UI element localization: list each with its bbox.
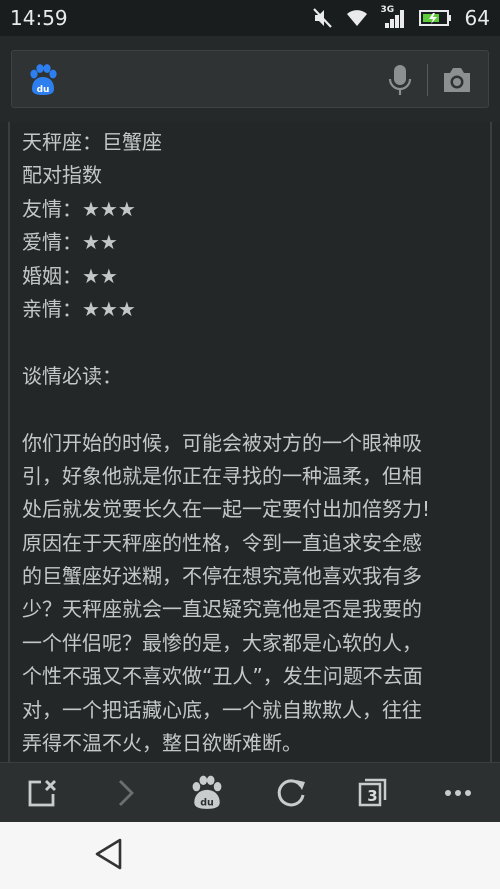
baidu-paw-text: du <box>200 798 214 809</box>
wifi-icon <box>346 10 367 26</box>
mute-icon <box>312 8 332 28</box>
system-navigation-bar <box>0 822 500 889</box>
tab-count: 3 <box>367 786 378 805</box>
rating-friendship: 友情：★★★ <box>22 196 136 221</box>
article-content: 天秤座：巨蟹座 配对指数 友情：★★★ 爱情：★★ 婚姻：★★ 亲情：★★★ 谈… <box>0 122 500 762</box>
paragraph-line: 引，好象他就是你正在寻找的一种温柔，但相 <box>22 463 422 488</box>
article-line: 配对指数 <box>22 163 102 188</box>
article-line: 天秤座：巨蟹座 <box>22 130 162 154</box>
baidu-logo-icon[interactable]: du <box>26 63 60 97</box>
paragraph-line: 对，一个把话藏心底，一个就自欺欺人，往往 <box>22 697 422 722</box>
battery-icon <box>418 10 451 26</box>
more-button[interactable] <box>440 775 476 811</box>
search-divider <box>427 64 428 96</box>
close-page-icon <box>28 780 56 807</box>
article-paragraph: 你们开始的时候，可能会被对方的一个眼神吸 引，好象他就是你正在寻找的一种温柔，但… <box>22 427 482 761</box>
signal-indicator: 3G <box>381 5 407 29</box>
paragraph-line: 的巨蟹座好迷糊，不停在想究竟他喜欢我有多 <box>22 564 422 589</box>
forward-button[interactable] <box>107 775 143 811</box>
camera-icon[interactable] <box>441 65 473 95</box>
paragraph-line: 个性不强又不喜欢做“丑人”，发生问题不去面 <box>22 664 423 689</box>
article-text: 天秤座：巨蟹座 配对指数 友情：★★★ 爱情：★★ 婚姻：★★ 亲情：★★★ 谈… <box>22 126 482 760</box>
baidu-paw-icon: du <box>192 775 222 809</box>
signal-icon <box>384 10 404 28</box>
search-area: du <box>0 36 500 122</box>
paragraph-line: 你们开始的时候，可能会被对方的一个眼神吸 <box>22 430 422 455</box>
status-icons: 3G 64 <box>312 5 490 30</box>
battery-level: 64 <box>464 6 490 30</box>
rating-love: 爱情：★★ <box>22 230 118 255</box>
paragraph-line: 处后就发觉要长久在一起一定要付出加倍努力! <box>22 497 431 522</box>
status-time: 14:59 <box>10 6 68 30</box>
back-triangle-icon[interactable] <box>92 836 126 872</box>
status-bar: 14:59 3G 64 <box>0 0 500 36</box>
baidu-logo-text: du <box>37 85 50 95</box>
refresh-button[interactable] <box>273 775 309 811</box>
paragraph-line: 原因在于天秤座的性格，令到一直追求安全感 <box>22 530 422 555</box>
paragraph-line: 一个伴侣呢？最惨的是，大家都是心软的人， <box>22 630 422 655</box>
browser-toolbar: du 3 <box>0 762 500 822</box>
paragraph-line: 弄得不温不火，整日欲断难断。 <box>22 731 302 756</box>
rating-family: 亲情：★★★ <box>22 296 136 321</box>
paragraph-line: 少？天秤座就会一直迟疑究竟他是否是我要的 <box>22 597 422 622</box>
close-page-button[interactable] <box>24 775 60 811</box>
baidu-home-button[interactable]: du <box>189 775 225 811</box>
microphone-icon[interactable] <box>388 64 412 96</box>
more-icon <box>445 790 471 796</box>
rating-marriage: 婚姻：★★ <box>22 263 118 288</box>
forward-arrow-icon <box>119 780 134 806</box>
search-input[interactable]: du <box>11 50 489 108</box>
section-title: 谈情必读： <box>22 363 122 388</box>
tabs-button[interactable]: 3 <box>356 775 392 811</box>
refresh-icon <box>277 779 305 807</box>
